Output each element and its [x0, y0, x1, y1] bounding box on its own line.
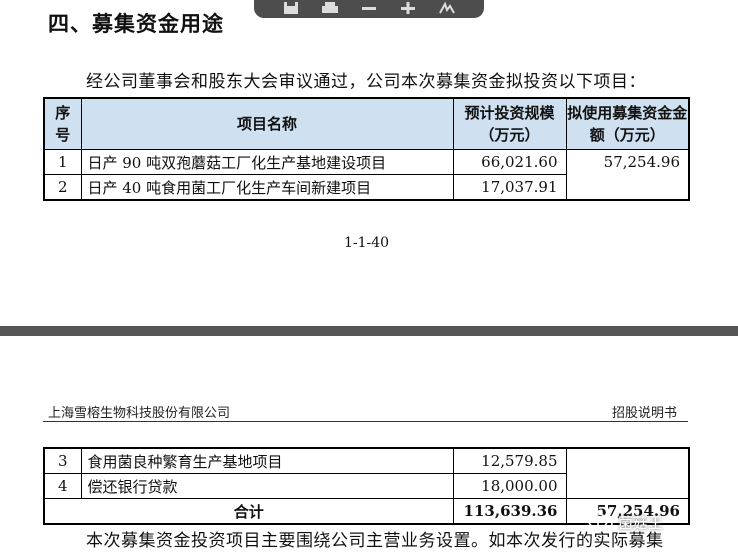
funds-usage-table: 序 号 项目名称 预计投资规模 （万元） 拟使用募集资金金 额（万元） 1 日产…: [43, 97, 690, 201]
table-row: 1 日产 90 吨双孢蘑菇工厂化生产基地建设项目 66,021.60 57,25…: [43, 149, 690, 201]
header-investment: 预计投资规模 （万元）: [452, 97, 567, 150]
minus-icon: [361, 7, 376, 10]
save-button[interactable]: [280, 1, 302, 15]
row-project-name: 食用菌良种繁育生产基地项目: [80, 447, 454, 474]
page-header-company: 上海雪榕生物科技股份有限公司: [48, 406, 231, 421]
row-project-name: 日产 90 吨双孢蘑菇工厂化生产基地建设项目: [80, 149, 454, 175]
zoom-out-button[interactable]: [358, 1, 380, 15]
sign-button[interactable]: [436, 1, 458, 15]
page-header-doc-type: 招股说明书: [612, 406, 678, 421]
body-paragraph: 本次募集资金投资项目主要围绕公司主营业务设置。如本次发行的实际募集: [86, 531, 664, 551]
row-seq: 3: [43, 447, 82, 474]
row-investment: 66,021.60: [452, 149, 567, 175]
watermark-text: 菌菇王: [618, 513, 664, 532]
header-seq: 序 号: [43, 97, 82, 150]
row-seq: 1: [43, 149, 82, 175]
print-icon: [322, 2, 339, 13]
viewer-toolbar: [254, 0, 484, 18]
zoom-in-button[interactable]: [397, 1, 419, 15]
row-raised-funds: 57,254.96: [565, 149, 690, 201]
signature-icon: [438, 1, 455, 14]
row-investment: 18,000.00: [452, 473, 567, 499]
table-row: 3 食用菌良种繁育生产基地项目 12,579.85: [43, 447, 690, 499]
row-project-name: 日产 40 吨食用菌工厂化生产车间新建项目: [80, 174, 454, 201]
total-label: 合计: [43, 498, 454, 525]
print-button[interactable]: [319, 1, 341, 15]
watermark: 菌菇王: [588, 508, 708, 536]
wechat-logo-icon: [588, 513, 613, 531]
page-number: 1-1-40: [344, 235, 390, 251]
header-project-name: 项目名称: [80, 97, 454, 150]
header-rule: [43, 421, 688, 422]
row-project-name: 偿还银行贷款: [80, 473, 454, 499]
save-icon: [284, 2, 299, 14]
row-investment: 17,037.91: [452, 174, 567, 201]
page-separator: [0, 326, 738, 336]
table-header-row: 序 号 项目名称 预计投资规模 （万元） 拟使用募集资金金 额（万元）: [43, 97, 690, 150]
plus-icon: [400, 2, 415, 14]
row-seq: 2: [43, 174, 82, 201]
row-raised-funds-empty: [565, 447, 690, 499]
row-seq: 4: [43, 473, 82, 499]
header-raised-funds: 拟使用募集资金金 额（万元）: [565, 97, 690, 150]
intro-paragraph: 经公司董事会和股东大会审议通过，公司本次募集资金拟投资以下项目：: [86, 72, 646, 92]
section-heading: 四、募集资金用途: [48, 11, 224, 36]
total-investment: 113,639.36: [452, 498, 567, 525]
row-investment: 12,579.85: [452, 447, 567, 474]
